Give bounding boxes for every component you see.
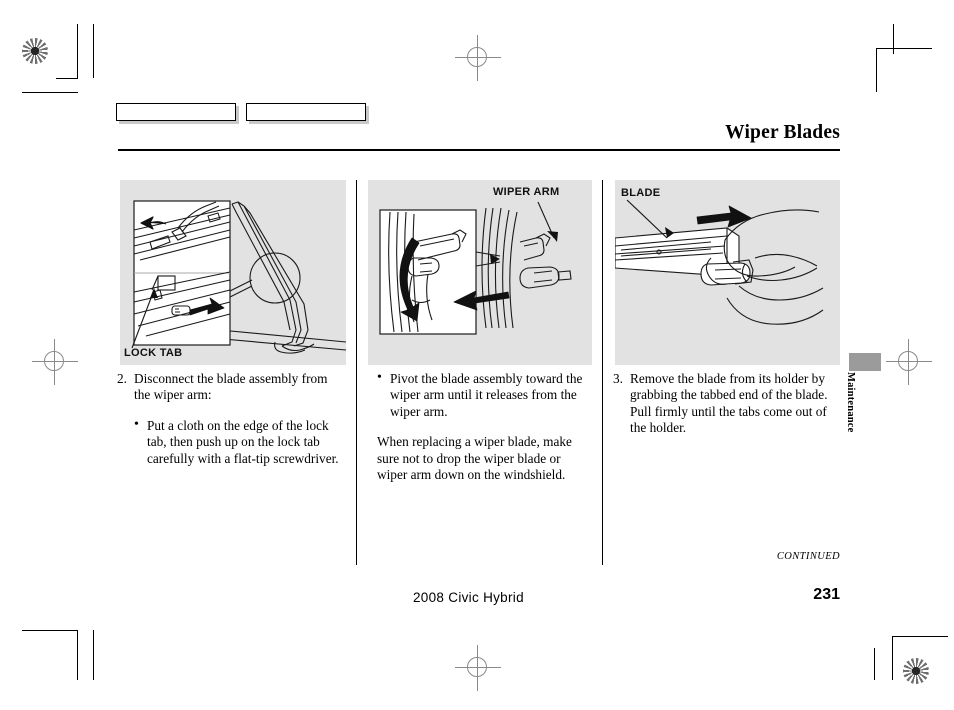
registration-crosshair-bottom-center [455,645,501,691]
crop-mark-top-right-vertical [876,48,878,92]
section-thumb-tab [849,353,881,371]
crop-mark-bottom-left-edge [93,630,95,680]
continued-label: CONTINUED [776,551,840,562]
crop-mark-bottom-left-vertical [77,630,79,680]
header-rule [118,149,840,151]
column-3-text: 3. Remove the blade from its holder by g… [613,371,837,437]
footer-page-number: 231 [813,586,840,603]
crop-mark-bottom-right-horizontal [892,636,948,638]
list-number: 2. [117,371,127,386]
list-number: 3. [613,371,623,386]
wiper-blade-lock-tab-diagram [131,200,346,354]
panel-blade: BLADE [615,180,840,365]
footer-model-name: 2008 Civic Hybrid [413,590,524,605]
crop-mark-top-left-corner-v [56,78,78,80]
list-text: Put a cloth on the edge of the lock tab,… [147,417,339,466]
crop-mark-top-right-horizontal [876,48,932,50]
wiper-arm-pivot-diagram [379,201,572,335]
column-divider-1 [356,180,358,565]
panel-wiper-arm: WIPER ARM [368,180,592,365]
list-item-bullet: • Put a cloth on the edge of the lock ta… [134,416,339,467]
column-2-text: • Pivot the blade assembly toward the wi… [377,370,591,483]
page-title: Wiper Blades [725,122,840,143]
panel-label-blade: BLADE [621,187,661,199]
list-text: Pivot the blade assembly toward the wipe… [390,371,583,419]
crop-mark-bottom-left-horizontal [22,630,78,632]
panel-lock-tab: LOCK TAB [120,180,346,365]
bullet-icon: • [134,416,139,432]
registration-target-bottom-right [903,658,929,684]
panel-label-lock-tab: LOCK TAB [124,347,183,359]
index-tab-1[interactable] [116,103,236,121]
bullet-icon: • [377,370,382,385]
paragraph-text: When replacing a wiper blade, make sure … [377,434,572,483]
list-text: Disconnect the blade assembly from the w… [134,371,328,403]
crop-mark-top-left-edge [93,24,95,78]
list-item-numbered: 3. Remove the blade from its holder by g… [613,371,837,437]
registration-crosshair-right-middle [886,339,932,385]
crop-mark-top-right-edge [893,24,895,54]
list-item-numbered: 2. Disconnect the blade assembly from th… [117,371,339,404]
section-tab-label: Maintenance [845,372,856,433]
list-item-bullet: • Pivot the blade assembly toward the wi… [377,370,591,420]
crop-mark-bottom-right-edge [874,648,876,680]
index-tab-2[interactable] [246,103,366,121]
panel-label-wiper-arm: WIPER ARM [493,186,560,198]
registration-crosshair-top-center [455,35,501,81]
registration-target-top-left [22,38,48,64]
column-divider-2 [602,180,604,565]
crop-mark-top-left-vertical [77,24,79,78]
list-text: Remove the blade from its holder by grab… [630,371,828,436]
crop-mark-top-left-horizontal [22,92,78,94]
registration-crosshair-left-middle [32,339,78,385]
crop-mark-bottom-right-vertical [892,636,894,680]
column-1-text: 2. Disconnect the blade assembly from th… [117,371,339,467]
blade-removal-hand-diagram [615,199,824,325]
